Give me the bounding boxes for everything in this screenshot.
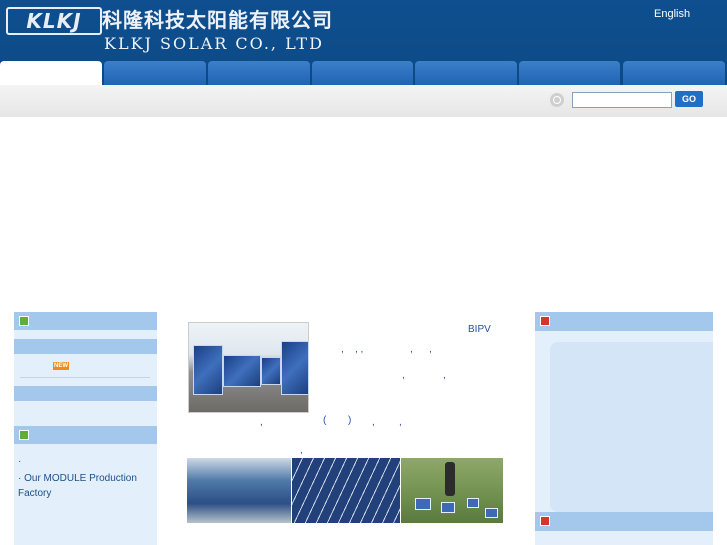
nav-tab-4[interactable] — [312, 61, 413, 85]
text-fragment: , — [341, 344, 344, 355]
company-name-cn: 科隆科技太阳能有限公司 — [102, 8, 333, 32]
main-nav — [0, 61, 727, 85]
left-sidebar: NEW · · Our MODULE Production Factory — [14, 312, 157, 545]
language-link-english[interactable]: English — [654, 8, 690, 20]
divider — [20, 377, 150, 378]
left-section-header-2 — [14, 426, 157, 444]
left-subheader-1[interactable] — [14, 339, 157, 354]
company-name-en: KLKJ SOLAR CO., LTD — [104, 34, 324, 53]
nav-tab-3[interactable] — [208, 61, 310, 85]
right-content-box — [550, 342, 713, 512]
green-square-icon — [19, 316, 29, 326]
solar-tracker-photo — [188, 322, 309, 413]
text-fragment: ( — [323, 415, 327, 426]
solar-garden-light-photo — [401, 458, 503, 523]
rooftop-panels-photo — [292, 458, 400, 523]
factory-link[interactable]: · Our MODULE Production Factory — [18, 471, 148, 501]
right-section-header-1 — [535, 312, 713, 331]
nav-tab-1[interactable] — [0, 61, 102, 85]
text-fragment: , , — [355, 344, 364, 355]
solar-panel — [223, 355, 261, 387]
nav-tab-7[interactable] — [623, 61, 725, 85]
text-fragment: , — [372, 417, 375, 428]
mini-solar-panel — [467, 498, 479, 508]
list-bullet: · — [18, 456, 22, 467]
mini-solar-panel — [415, 498, 431, 510]
nav-tab-5[interactable] — [415, 61, 517, 85]
solar-panel — [193, 345, 223, 395]
go-button[interactable]: GO — [675, 91, 703, 107]
text-fragment: , — [300, 445, 303, 456]
red-square-icon — [540, 516, 550, 526]
text-fragment: , — [443, 370, 446, 381]
text-fragment: , — [429, 344, 432, 355]
search-icon — [550, 93, 564, 107]
main-content: BIPV , , , , , , , ( ) , , , , — [186, 320, 516, 545]
text-fragment: , — [399, 417, 402, 428]
red-square-icon — [540, 316, 550, 326]
right-section-header-2 — [535, 512, 713, 531]
text-fragment: , — [410, 344, 413, 355]
solar-array-photo — [187, 458, 291, 523]
green-square-icon — [19, 430, 29, 440]
nav-tab-2[interactable] — [104, 61, 206, 85]
solar-panel — [261, 357, 281, 385]
solar-panel — [281, 341, 309, 395]
right-sidebar — [535, 312, 713, 545]
left-subheader-2[interactable] — [14, 386, 157, 401]
text-fragment: , — [402, 370, 405, 381]
garden-light-post — [445, 462, 455, 496]
new-badge: NEW — [53, 362, 69, 370]
search-input[interactable] — [572, 92, 672, 108]
site-header: KLKJ 科隆科技太阳能有限公司 KLKJ SOLAR CO., LTD Eng… — [0, 0, 727, 85]
text-fragment: ) — [348, 415, 352, 426]
mini-solar-panel — [485, 508, 498, 518]
mini-solar-panel — [441, 502, 455, 513]
logo-mark[interactable]: KLKJ — [6, 7, 102, 35]
nav-tab-6[interactable] — [519, 61, 620, 85]
bipv-label: BIPV — [468, 324, 491, 335]
text-fragment: , — [260, 417, 263, 428]
left-section-header-1 — [14, 312, 157, 330]
